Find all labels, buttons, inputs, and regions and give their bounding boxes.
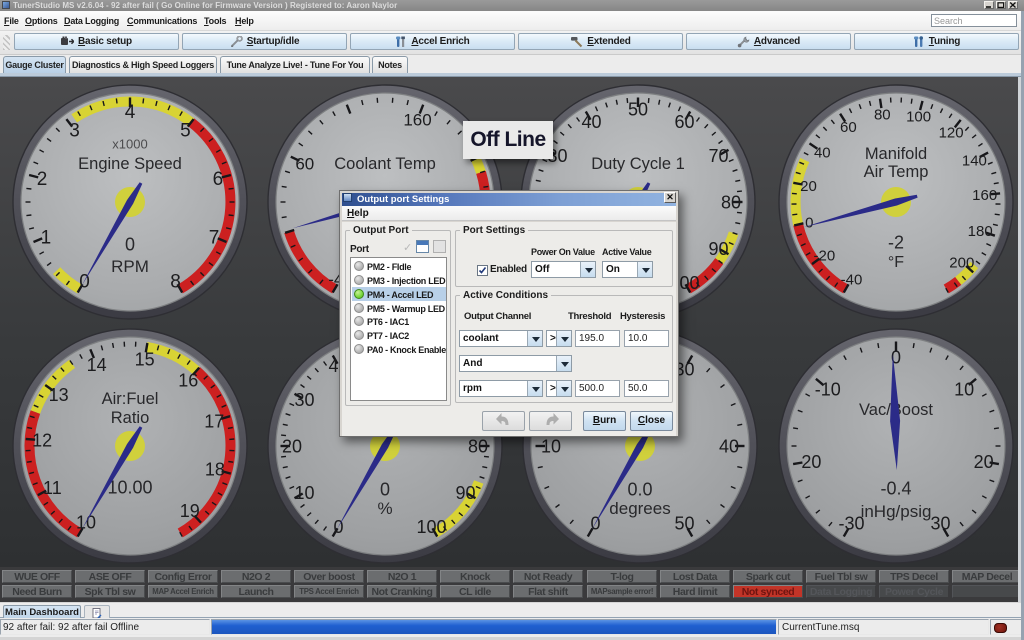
svg-text:20: 20 [282, 436, 302, 456]
svg-text:Ratio: Ratio [111, 409, 150, 427]
svg-text:8: 8 [170, 272, 181, 293]
svg-text:Air Temp: Air Temp [864, 163, 929, 181]
svg-text:10: 10 [294, 483, 314, 503]
svg-text:0: 0 [125, 234, 135, 254]
svg-text:70: 70 [708, 146, 728, 166]
svg-text:40: 40 [814, 145, 831, 162]
svg-text:11: 11 [43, 478, 62, 498]
svg-text:80: 80 [874, 107, 891, 124]
svg-text:10.00: 10.00 [107, 477, 152, 497]
svg-text:20: 20 [800, 178, 817, 195]
svg-text:°F: °F [888, 254, 904, 271]
svg-text:1: 1 [41, 228, 52, 249]
svg-text:0: 0 [805, 214, 813, 231]
svg-text:19: 19 [180, 501, 200, 521]
svg-text:10: 10 [954, 379, 974, 399]
svg-text:50: 50 [674, 514, 694, 534]
svg-text:3: 3 [69, 121, 80, 142]
svg-text:13: 13 [49, 385, 69, 405]
svg-text:-20: -20 [814, 247, 836, 264]
svg-text:Coolant Temp: Coolant Temp [334, 155, 436, 173]
svg-text:%: % [377, 499, 392, 518]
svg-text:15: 15 [135, 350, 155, 370]
svg-text:-2: -2 [888, 232, 904, 252]
svg-text:Manifold: Manifold [865, 145, 927, 163]
svg-text:50: 50 [628, 99, 648, 119]
svg-text:60: 60 [295, 155, 314, 174]
svg-text:5: 5 [180, 121, 191, 142]
svg-text:0: 0 [380, 479, 390, 499]
svg-text:Duty Cycle 1: Duty Cycle 1 [591, 155, 685, 173]
svg-text:12: 12 [32, 431, 52, 451]
svg-text:18: 18 [205, 460, 225, 480]
svg-text:160: 160 [972, 187, 997, 204]
svg-text:14: 14 [87, 355, 107, 375]
svg-text:RPM: RPM [111, 257, 149, 276]
svg-text:4: 4 [125, 102, 136, 123]
svg-text:90: 90 [708, 239, 728, 259]
svg-text:6: 6 [213, 169, 224, 190]
svg-text:-0.4: -0.4 [880, 478, 911, 498]
svg-text:180: 180 [968, 223, 993, 240]
svg-text:16: 16 [178, 371, 198, 391]
svg-text:20: 20 [974, 452, 994, 472]
svg-text:60: 60 [840, 119, 857, 136]
svg-text:160: 160 [403, 110, 431, 129]
svg-text:-40: -40 [841, 272, 863, 289]
svg-text:40: 40 [581, 112, 601, 132]
svg-text:30: 30 [930, 514, 950, 534]
svg-text:30: 30 [294, 390, 314, 410]
svg-text:140: 140 [962, 152, 987, 169]
svg-text:80: 80 [468, 436, 488, 456]
svg-text:-10: -10 [815, 379, 841, 399]
svg-text:2: 2 [37, 169, 48, 190]
svg-text:80: 80 [721, 192, 741, 212]
svg-text:-20: -20 [795, 452, 821, 472]
svg-text:40: 40 [719, 436, 739, 456]
svg-text:x1000: x1000 [112, 137, 147, 152]
svg-text:inHg/psig: inHg/psig [861, 502, 932, 521]
svg-text:0.0: 0.0 [627, 479, 652, 499]
svg-text:10: 10 [541, 436, 561, 456]
svg-text:120: 120 [939, 125, 964, 142]
svg-text:200: 200 [949, 254, 974, 271]
svg-text:100: 100 [416, 517, 446, 537]
svg-text:7: 7 [209, 228, 220, 249]
svg-text:90: 90 [455, 483, 475, 503]
svg-text:100: 100 [906, 108, 931, 125]
svg-text:Engine Speed: Engine Speed [78, 155, 182, 173]
svg-text:60: 60 [674, 112, 694, 132]
svg-text:Air:Fuel: Air:Fuel [102, 390, 159, 408]
svg-text:degrees: degrees [609, 499, 670, 518]
svg-text:17: 17 [204, 411, 224, 431]
